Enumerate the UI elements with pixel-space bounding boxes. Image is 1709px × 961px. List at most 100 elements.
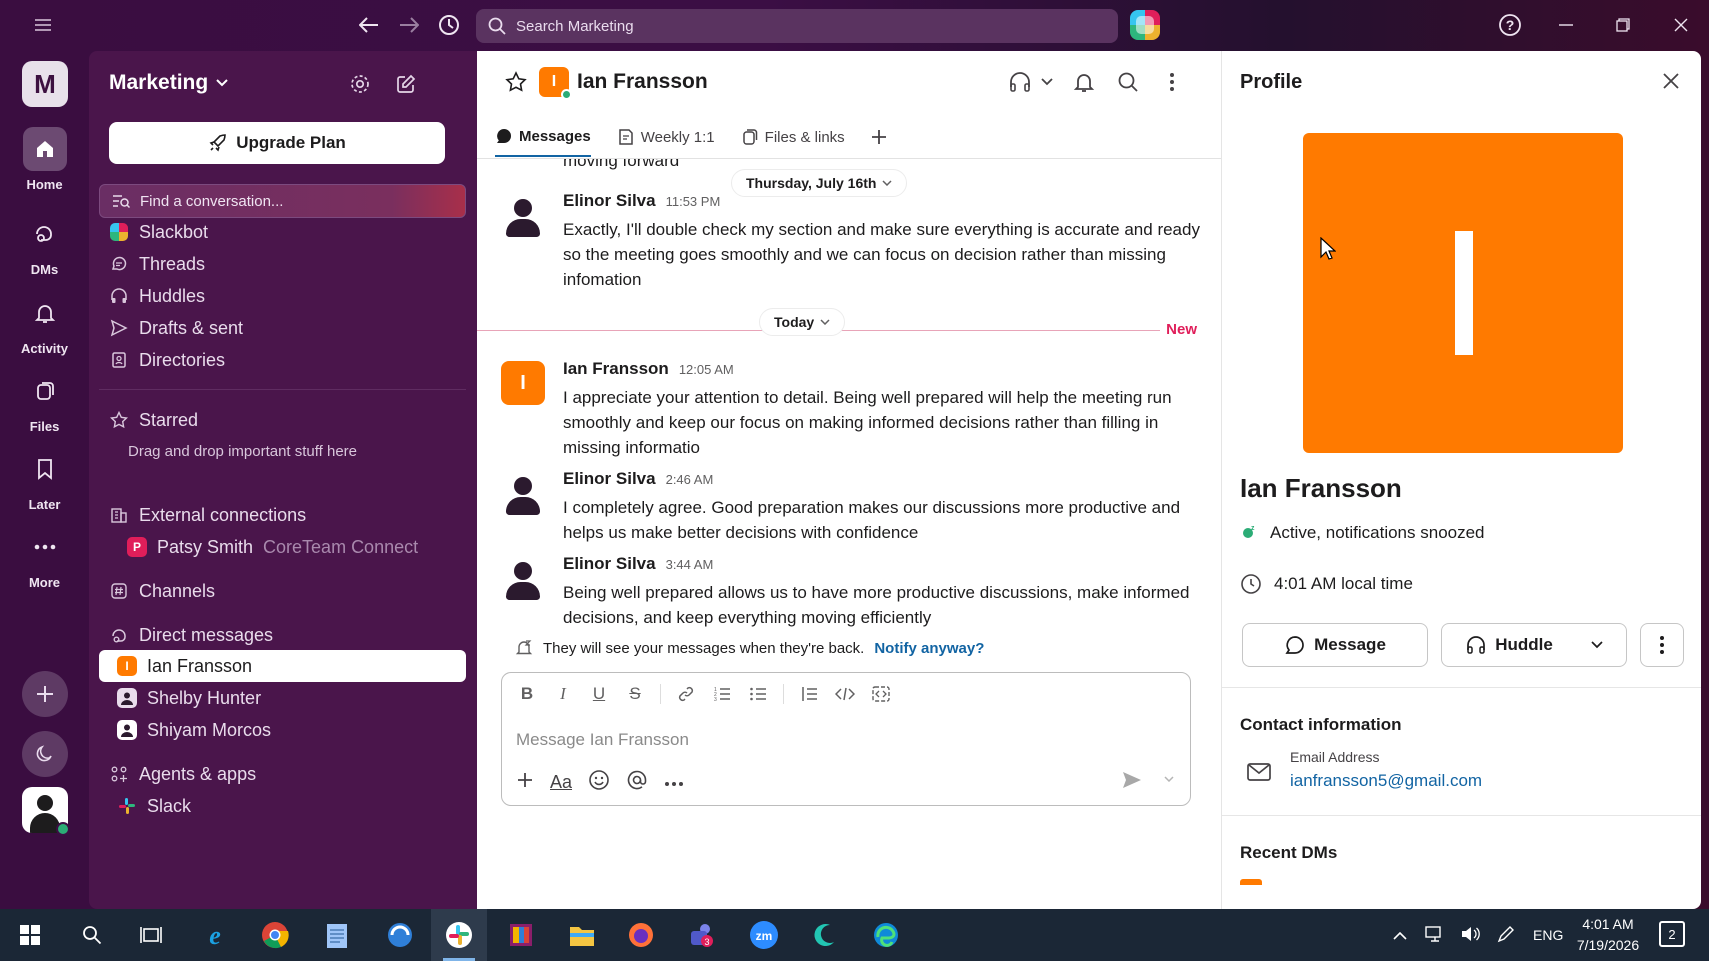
tab-weekly-1-1[interactable]: Weekly 1:1 [617,117,715,157]
profile-huddle-button[interactable]: Huddle [1441,623,1627,667]
message-time[interactable]: 2:46 AM [666,472,714,487]
email-link[interactable]: ianfransson5@gmail.com [1290,771,1482,791]
conversation-title[interactable]: I Ian Fransson [539,67,708,100]
elinor-avatar[interactable] [501,193,545,237]
rail-dms[interactable]: DMs [0,212,89,277]
elinor-avatar[interactable] [501,471,545,515]
nav-slackbot[interactable]: Slackbot [109,217,208,247]
network-icon[interactable] [1425,925,1445,945]
profile-photo[interactable] [1303,133,1623,453]
winrar-icon[interactable] [505,919,537,951]
edge-icon[interactable] [870,919,902,951]
rail-later[interactable]: Later [0,447,89,512]
nav-drafts-sent[interactable]: Drafts & sent [109,313,243,343]
dm-shiyam-morcos[interactable]: Shiyam Morcos [117,715,271,745]
hamburger-menu-icon[interactable] [30,12,56,38]
chrome-icon[interactable] [259,919,291,951]
notify-anyway-link[interactable]: Notify anyway? [874,640,984,657]
compose-icon[interactable] [391,69,421,99]
rail-activity[interactable]: Activity [0,291,89,356]
huddle-dropdown-chevron-icon[interactable] [1034,69,1060,95]
settings-gear-icon[interactable] [345,69,375,99]
slack-ai-icon[interactable] [1130,10,1160,40]
ordered-list-icon[interactable]: 123 [711,683,733,705]
profile-more-button[interactable] [1640,623,1684,667]
dm-patsy-smith[interactable]: P Patsy Smith CoreTeam Connect [127,532,418,562]
forward-arrow-icon[interactable] [396,12,422,38]
taskbar-search-icon[interactable] [76,919,108,951]
link-icon[interactable] [675,683,697,705]
message-time[interactable]: 3:44 AM [666,557,714,572]
message-input[interactable] [516,727,1176,753]
send-options-chevron-icon[interactable] [1164,771,1174,785]
send-icon[interactable] [1122,771,1142,794]
message-time[interactable]: 12:05 AM [679,362,734,377]
teams-icon[interactable]: 3 [686,919,718,951]
search-bar[interactable]: Search Marketing [476,9,1118,43]
zoom-icon[interactable]: zm [748,919,780,951]
blockquote-icon[interactable] [798,683,820,705]
emoji-icon[interactable] [588,769,610,795]
rail-more[interactable]: More [0,525,89,590]
crescent-app-icon[interactable] [808,919,840,951]
nav-huddles[interactable]: Huddles [109,281,205,311]
section-agents-apps[interactable]: Agents & apps [109,759,256,789]
find-conversation-input[interactable]: Find a conversation... [99,184,466,218]
code-block-icon[interactable] [870,683,892,705]
section-starred[interactable]: Starred [109,405,198,435]
task-view-icon[interactable] [135,919,167,951]
mention-icon[interactable] [626,769,648,795]
author-name[interactable]: Elinor Silva [563,554,656,573]
nav-directories[interactable]: Directories [109,345,225,375]
message-time[interactable]: 11:53 PM [666,194,721,209]
workspace-avatar[interactable]: M [22,61,68,107]
minimize-icon[interactable] [1553,12,1579,38]
help-icon[interactable]: ? [1497,12,1523,38]
tab-files-links[interactable]: Files & links [741,117,845,157]
rail-files[interactable]: Files [0,369,89,434]
section-direct-messages[interactable]: Direct messages [109,620,273,650]
bullet-list-icon[interactable] [747,683,769,705]
notepad-icon[interactable] [321,919,353,951]
more-options-vertical-icon[interactable] [1159,69,1185,95]
back-arrow-icon[interactable] [356,12,382,38]
notifications-bell-icon[interactable] [1071,69,1097,95]
recent-dm-avatar[interactable] [1240,879,1262,885]
section-external-connections[interactable]: External connections [109,500,306,530]
add-tab-button[interactable] [871,117,887,157]
author-name[interactable]: Elinor Silva [563,469,656,488]
workspace-name[interactable]: Marketing [109,71,228,95]
ian-message-avatar[interactable]: I [501,361,545,405]
windows-start-icon[interactable] [14,919,46,951]
add-workspace-button[interactable] [22,671,68,717]
close-icon[interactable] [1657,67,1685,95]
author-name[interactable]: Ian Fransson [563,359,669,378]
browser-blue-icon[interactable] [384,919,416,951]
nav-threads[interactable]: Threads [109,249,205,279]
profile-message-button[interactable]: Message [1242,623,1428,667]
code-icon[interactable] [834,683,856,705]
date-divider-today[interactable]: Today [759,308,846,336]
dm-ian-fransson[interactable]: I Ian Fransson [117,651,252,681]
huddle-headphones-icon[interactable] [1007,69,1033,95]
tab-messages[interactable]: Messages [495,117,591,157]
italic-icon[interactable]: I [552,683,574,705]
action-center-icon[interactable]: 2 [1659,921,1685,947]
section-channels[interactable]: Channels [109,576,215,606]
app-slack[interactable]: Slack [117,791,191,821]
dm-shelby-hunter[interactable]: Shelby Hunter [117,683,261,713]
star-icon[interactable] [503,69,529,95]
bold-icon[interactable]: B [516,683,538,705]
file-explorer-icon[interactable] [566,919,598,951]
pen-icon[interactable] [1497,925,1515,946]
more-actions-icon[interactable] [664,774,684,791]
language-indicator[interactable]: ENG [1533,927,1563,943]
volume-icon[interactable] [1461,926,1481,945]
underline-icon[interactable]: U [588,683,610,705]
tray-expand-chevron-icon[interactable] [1393,927,1407,943]
slack-taskbar-icon[interactable] [443,919,475,951]
rail-home[interactable]: Home [0,127,89,192]
search-conversation-icon[interactable] [1115,69,1141,95]
author-name[interactable]: Elinor Silva [563,191,656,210]
theme-toggle-button[interactable] [22,731,68,777]
